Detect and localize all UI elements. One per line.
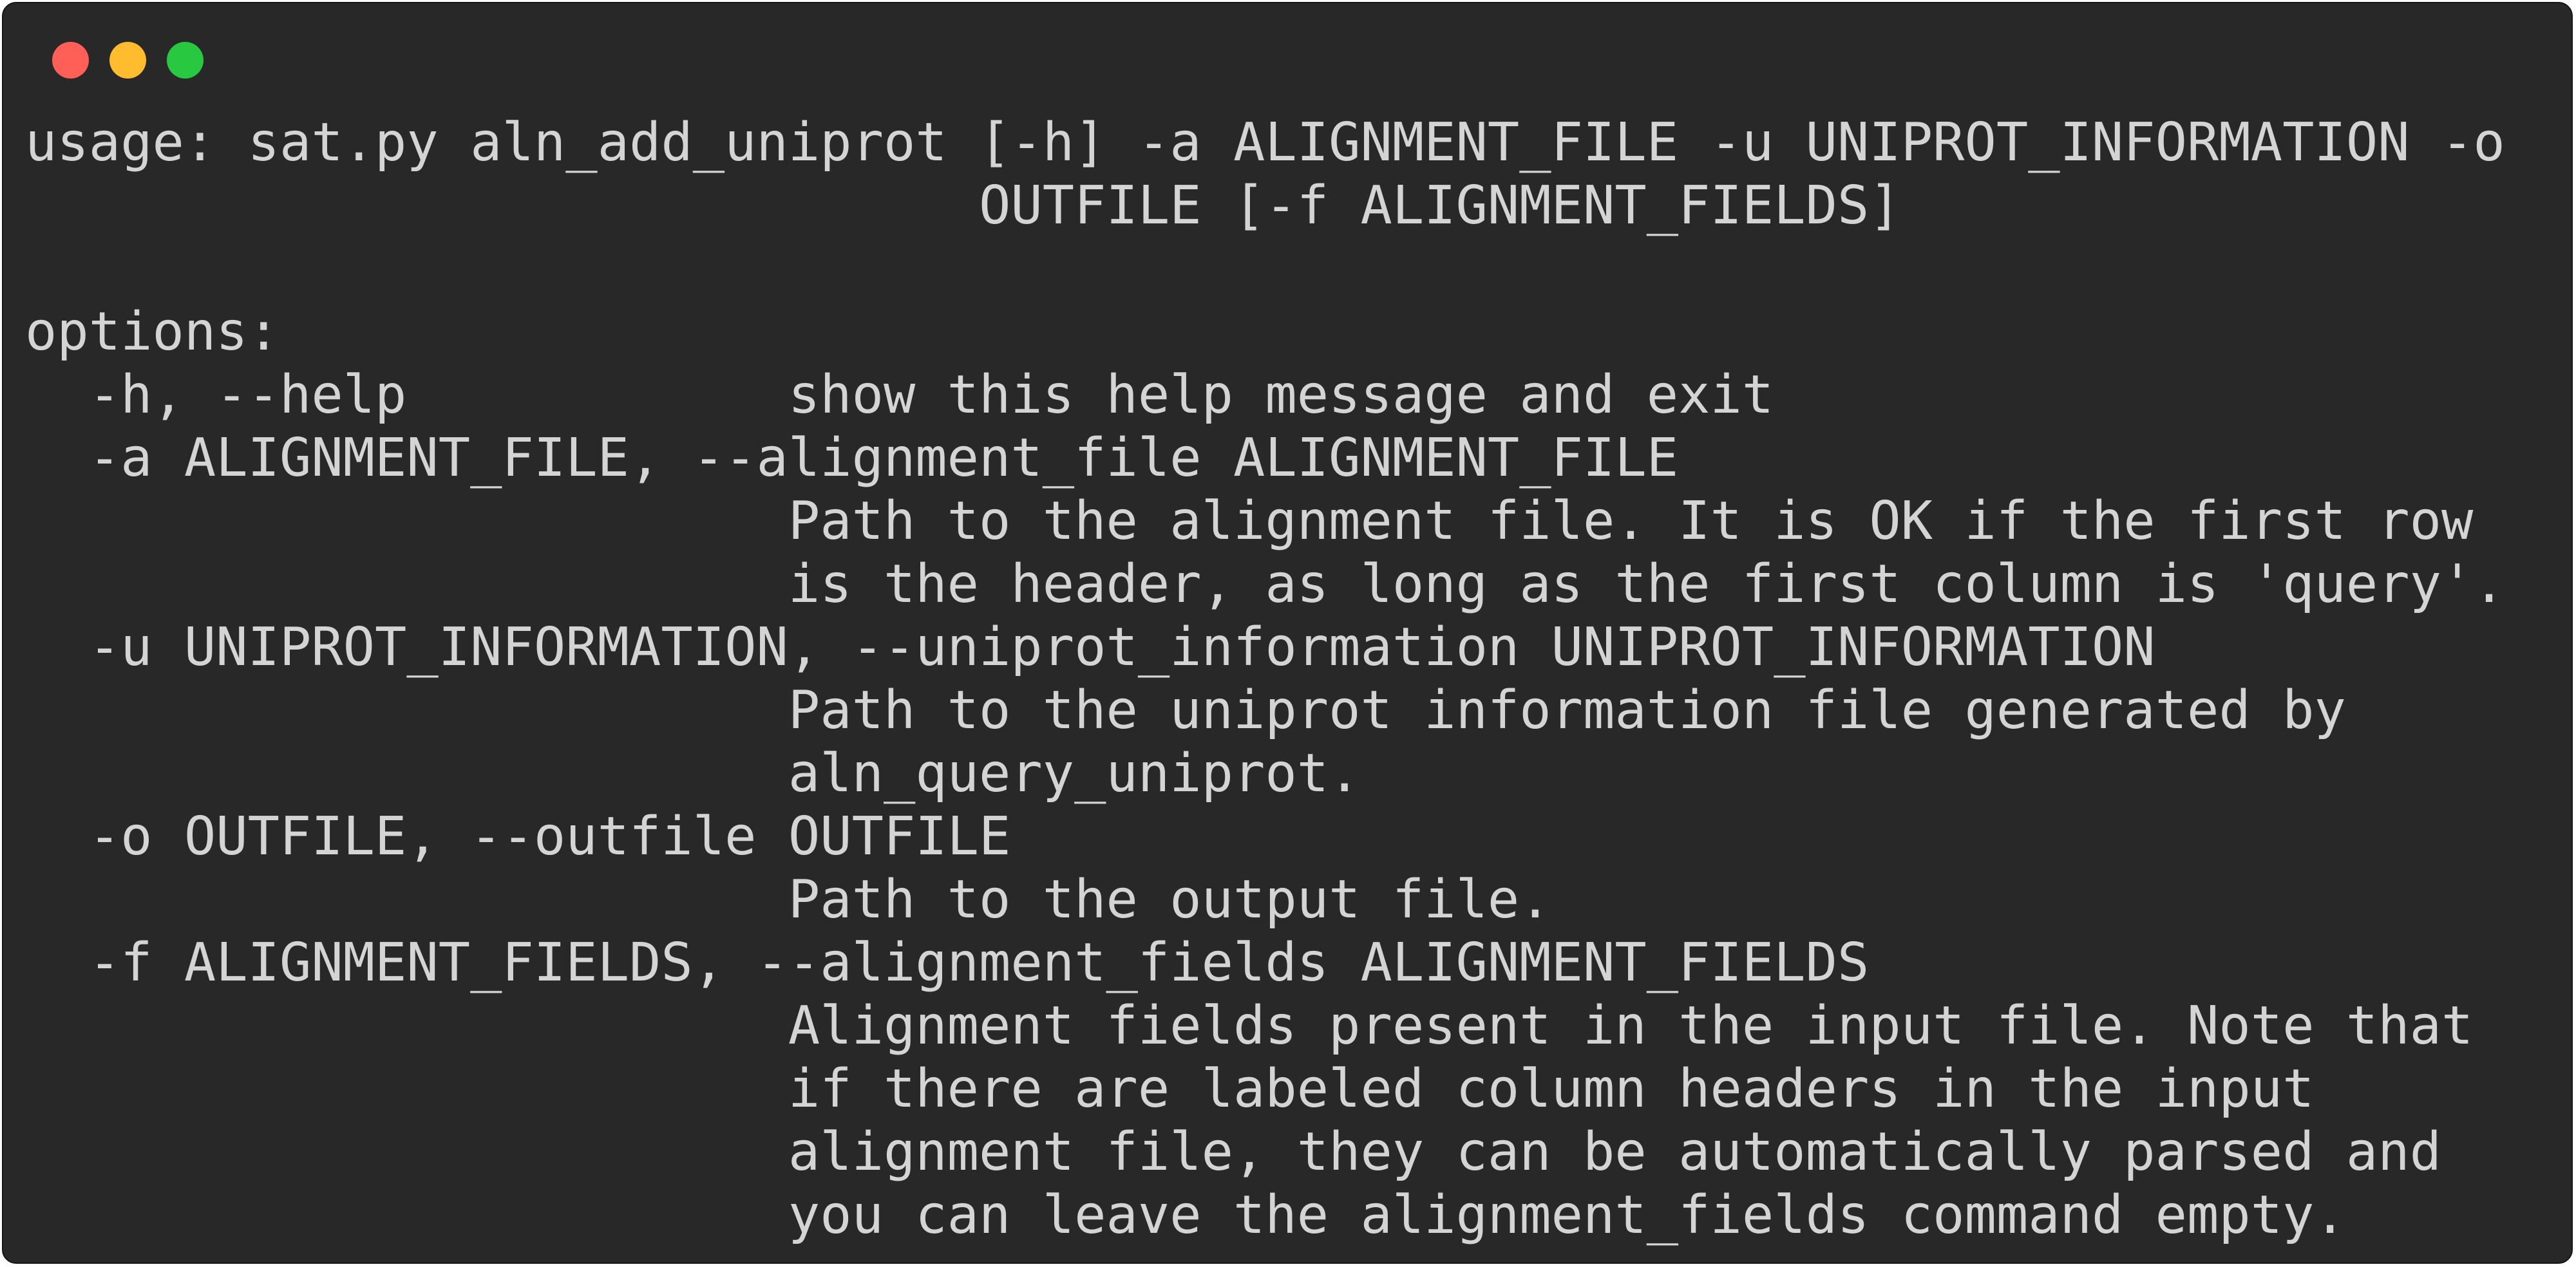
terminal-line-alignment-file-desc-1: Path to the alignment file. It is OK if … bbox=[25, 491, 2474, 552]
terminal-line-alignment-fields-desc-1: Alignment fields present in the input fi… bbox=[25, 995, 2474, 1056]
terminal-line-alignment-fields-option: -f ALIGNMENT_FIELDS, --alignment_fields … bbox=[25, 932, 1870, 993]
maximize-window-icon[interactable] bbox=[167, 42, 204, 79]
terminal-line-alignment-file-desc-2: is the header, as long as the first colu… bbox=[25, 554, 2505, 615]
terminal-line-alignment-file-option: -a ALIGNMENT_FILE, --alignment_file ALIG… bbox=[25, 427, 1679, 489]
terminal-line-usage: usage: sat.py aln_add_uniprot [-h] -a AL… bbox=[25, 112, 2505, 173]
terminal-line-alignment-fields-desc-3: alignment file, they can be automaticall… bbox=[25, 1122, 2441, 1183]
close-window-icon[interactable] bbox=[52, 42, 89, 79]
terminal-line-alignment-fields-desc-4: you can leave the alignment_fields comma… bbox=[25, 1185, 2346, 1246]
terminal-line-alignment-fields-desc-2: if there are labeled column headers in t… bbox=[25, 1058, 2315, 1120]
minimize-window-icon[interactable] bbox=[109, 42, 146, 79]
terminal-output: usage: sat.py aln_add_uniprot [-h] -a AL… bbox=[25, 111, 2505, 1247]
terminal-line-uniprot-option: -u UNIPROT_INFORMATION, --uniprot_inform… bbox=[25, 617, 2155, 678]
terminal-line-outfile-option: -o OUTFILE, --outfile OUTFILE bbox=[25, 806, 1011, 867]
terminal-line-uniprot-desc-2: aln_query_uniprot. bbox=[25, 743, 1361, 804]
window-controls bbox=[52, 42, 204, 79]
terminal-line-outfile-desc: Path to the output file. bbox=[25, 869, 1551, 930]
terminal-line-options-heading: options: bbox=[25, 301, 279, 362]
terminal-line-uniprot-desc-1: Path to the uniprot information file gen… bbox=[25, 680, 2346, 741]
terminal-window: usage: sat.py aln_add_uniprot [-h] -a AL… bbox=[2, 2, 2573, 1264]
terminal-line-help-option: -h, --help show this help message and ex… bbox=[25, 364, 1774, 426]
terminal-line-usage-continued: OUTFILE [-f ALIGNMENT_FIELDS] bbox=[25, 175, 1901, 236]
